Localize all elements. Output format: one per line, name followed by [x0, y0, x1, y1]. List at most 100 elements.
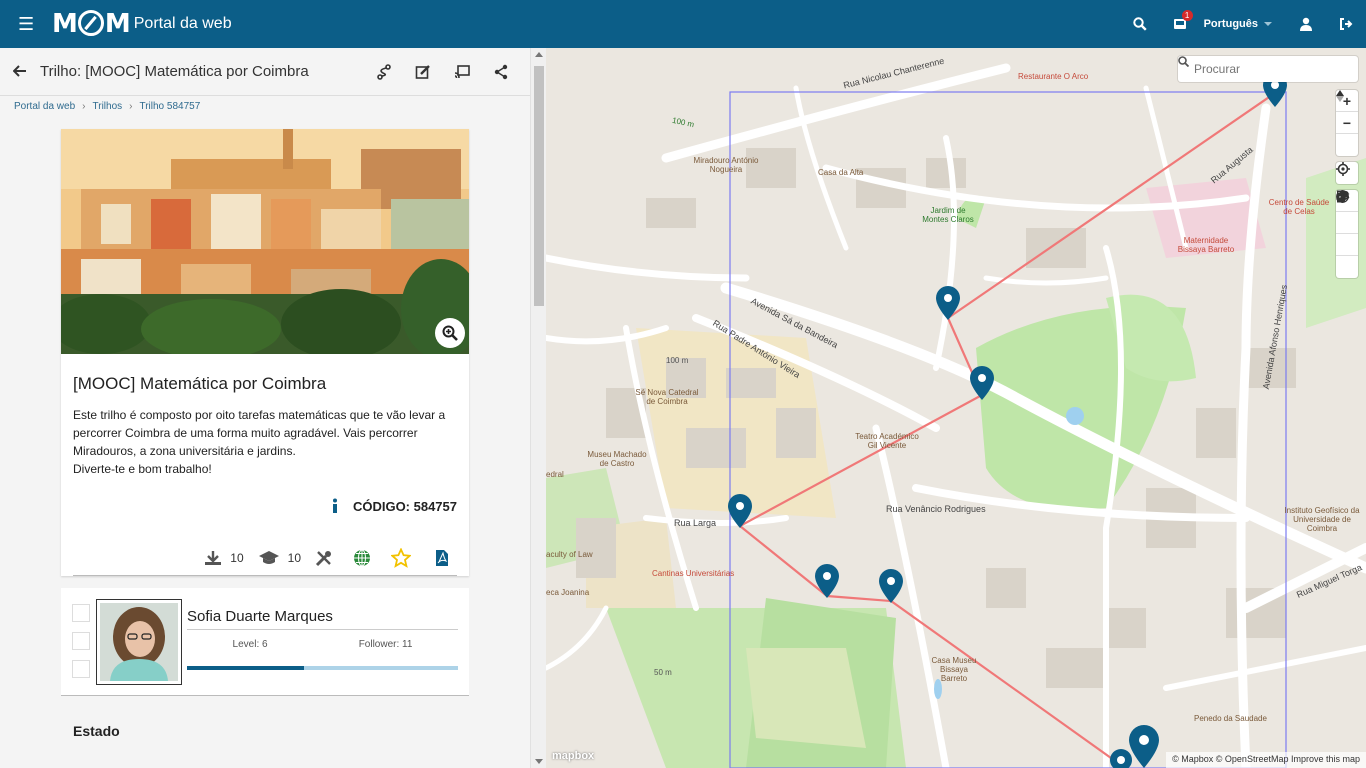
breadcrumb-trilho[interactable]: Trilho 584757 [139, 101, 200, 112]
map-search-box[interactable] [1178, 56, 1358, 82]
zoom-controls: + − [1336, 90, 1358, 156]
breadcrumb-trilhos[interactable]: Trilhos [93, 101, 123, 112]
mapbox-logo[interactable]: mapbox [552, 750, 594, 762]
zoom-in-icon [442, 325, 458, 341]
chevron-right-icon: › [129, 101, 133, 112]
compass-icon [77, 10, 104, 36]
globe-icon[interactable] [353, 549, 371, 567]
zoom-image-button[interactable] [435, 318, 465, 348]
search-button[interactable] [1120, 0, 1160, 48]
author-card: Sofia Duarte Marques Level: 6 Follower: … [61, 588, 469, 696]
layers-button[interactable] [1336, 190, 1358, 256]
author-followers: Follower: 11 [358, 639, 413, 650]
menu-icon[interactable]: ☰ [18, 14, 48, 35]
trail-image [61, 129, 469, 354]
language-select[interactable]: Português [1204, 18, 1272, 30]
city-photo [61, 129, 469, 354]
level-progress-bar [187, 666, 458, 670]
map-label-poi: Penedo da Saudade [1194, 714, 1267, 723]
map[interactable]: Rua Nicolau Chanterenne Restaurante O Ar… [546, 48, 1366, 768]
logo-mark: MM [52, 9, 131, 39]
scrollbar-thumb[interactable] [534, 66, 544, 306]
map-label-poi: aculty of Law [546, 550, 593, 559]
notifications-button[interactable]: 1 [1160, 0, 1200, 48]
trail-panel: Trilho: [MOOC] Matemática por Coimbra Po… [0, 48, 546, 768]
building-button[interactable] [1336, 190, 1358, 234]
breadcrumb: Portal da web › Trilhos › Trilho 584757 [0, 96, 546, 117]
author-level: Level: 6 [232, 639, 268, 650]
map-label-contour: 50 m [654, 668, 672, 677]
page-title: Trilho: [MOOC] Matemática por Coimbra [40, 63, 309, 80]
logo[interactable]: MM Portal da web [52, 9, 232, 39]
map-label-poi: Maternidade Bissaya Barreto [1177, 236, 1235, 254]
description-line: Este trilho é composto por oito tarefas … [73, 408, 446, 422]
author-name[interactable]: Sofia Duarte Marques [187, 608, 458, 630]
map-label-poi: Restaurante O Arco [1018, 72, 1089, 81]
checkbox[interactable] [72, 604, 90, 622]
language-label: Português [1203, 18, 1258, 30]
map-label-poi: Centro de Saúde de Celas [1268, 198, 1330, 216]
avatar[interactable] [96, 599, 182, 685]
cast-icon [454, 65, 470, 79]
star-icon[interactable] [391, 547, 411, 568]
description-line: percorrer Coimbra de uma forma muito agr… [73, 426, 418, 440]
graduation-cap-icon[interactable] [258, 550, 280, 566]
search-icon [1132, 17, 1147, 31]
map-label-poi: Teatro Académico Gil Vicente [855, 432, 919, 450]
logout-button[interactable] [1326, 0, 1366, 48]
locate-control [1336, 162, 1358, 184]
user-button[interactable] [1286, 0, 1326, 48]
checkbox[interactable] [72, 632, 90, 650]
edit-button[interactable] [403, 48, 442, 96]
map-search-input[interactable] [1194, 62, 1324, 76]
students-count: 10 [287, 550, 301, 565]
trail-card: [MOOC] Matemática por Coimbra Este trilh… [61, 129, 469, 576]
checkbox-group [72, 604, 90, 688]
trail-code: CÓDIGO: 584757 [352, 498, 457, 514]
link-icon [1336, 191, 1349, 202]
zoom-out-button[interactable]: − [1336, 112, 1358, 134]
downloads-count: 10 [230, 550, 244, 565]
scroll-up-icon[interactable] [535, 52, 543, 57]
pdf-icon[interactable] [435, 549, 449, 567]
panel-scrollbar[interactable] [530, 48, 546, 768]
description-line: Miradouros, a zona universitária e jardi… [73, 444, 296, 458]
section-heading-estado: Estado [73, 723, 120, 739]
breadcrumb-portal[interactable]: Portal da web [14, 101, 75, 112]
map-label-poi: Casa da Alta [818, 168, 864, 177]
trail-description: Este trilho é composto por oito tarefas … [73, 406, 457, 478]
cast-button[interactable] [442, 48, 481, 96]
link-button[interactable] [1336, 191, 1358, 278]
map-label-poi: Museu Machado de Castro [587, 450, 647, 468]
map-attribution[interactable]: © Mapbox © OpenStreetMap Improve this ma… [1166, 752, 1366, 768]
download-icon[interactable] [204, 550, 222, 566]
panel-header: Trilho: [MOOC] Matemática por Coimbra [0, 48, 546, 96]
chevron-right-icon: › [82, 101, 86, 112]
map-label-park: Jardim de Montes Claros [922, 206, 974, 224]
map-label-poi: Sé Nova Catedral de Coimbra [635, 388, 699, 406]
level-progress-fill [187, 666, 304, 670]
share-button[interactable] [481, 48, 520, 96]
compass-button[interactable] [1336, 90, 1358, 156]
route-button[interactable] [364, 48, 403, 96]
compass-icon [1336, 90, 1344, 102]
map-label-poi: Instituto Geofísico da Universidade de C… [1284, 506, 1360, 533]
app-title: Portal da web [133, 15, 232, 32]
scroll-down-icon[interactable] [535, 759, 543, 764]
user-icon [1300, 17, 1312, 31]
map-label-poi: Miradouro António Nogueira [693, 156, 759, 174]
trail-stats: 10 10 [73, 540, 457, 576]
map-label-poi: eca Joanina [546, 588, 590, 597]
author-photo [100, 603, 178, 681]
edit-icon [415, 65, 430, 79]
checkbox[interactable] [72, 660, 90, 678]
description-line: Diverte-te e bom trabalho! [73, 462, 212, 476]
back-button[interactable] [0, 61, 40, 82]
map-label-contour: 100 m [666, 356, 689, 365]
logout-icon [1340, 18, 1353, 30]
locate-button[interactable] [1336, 162, 1358, 184]
tools-icon[interactable] [315, 549, 333, 567]
info-icon[interactable] [331, 498, 339, 514]
route-icon [376, 64, 391, 80]
search-icon [1178, 56, 1189, 67]
